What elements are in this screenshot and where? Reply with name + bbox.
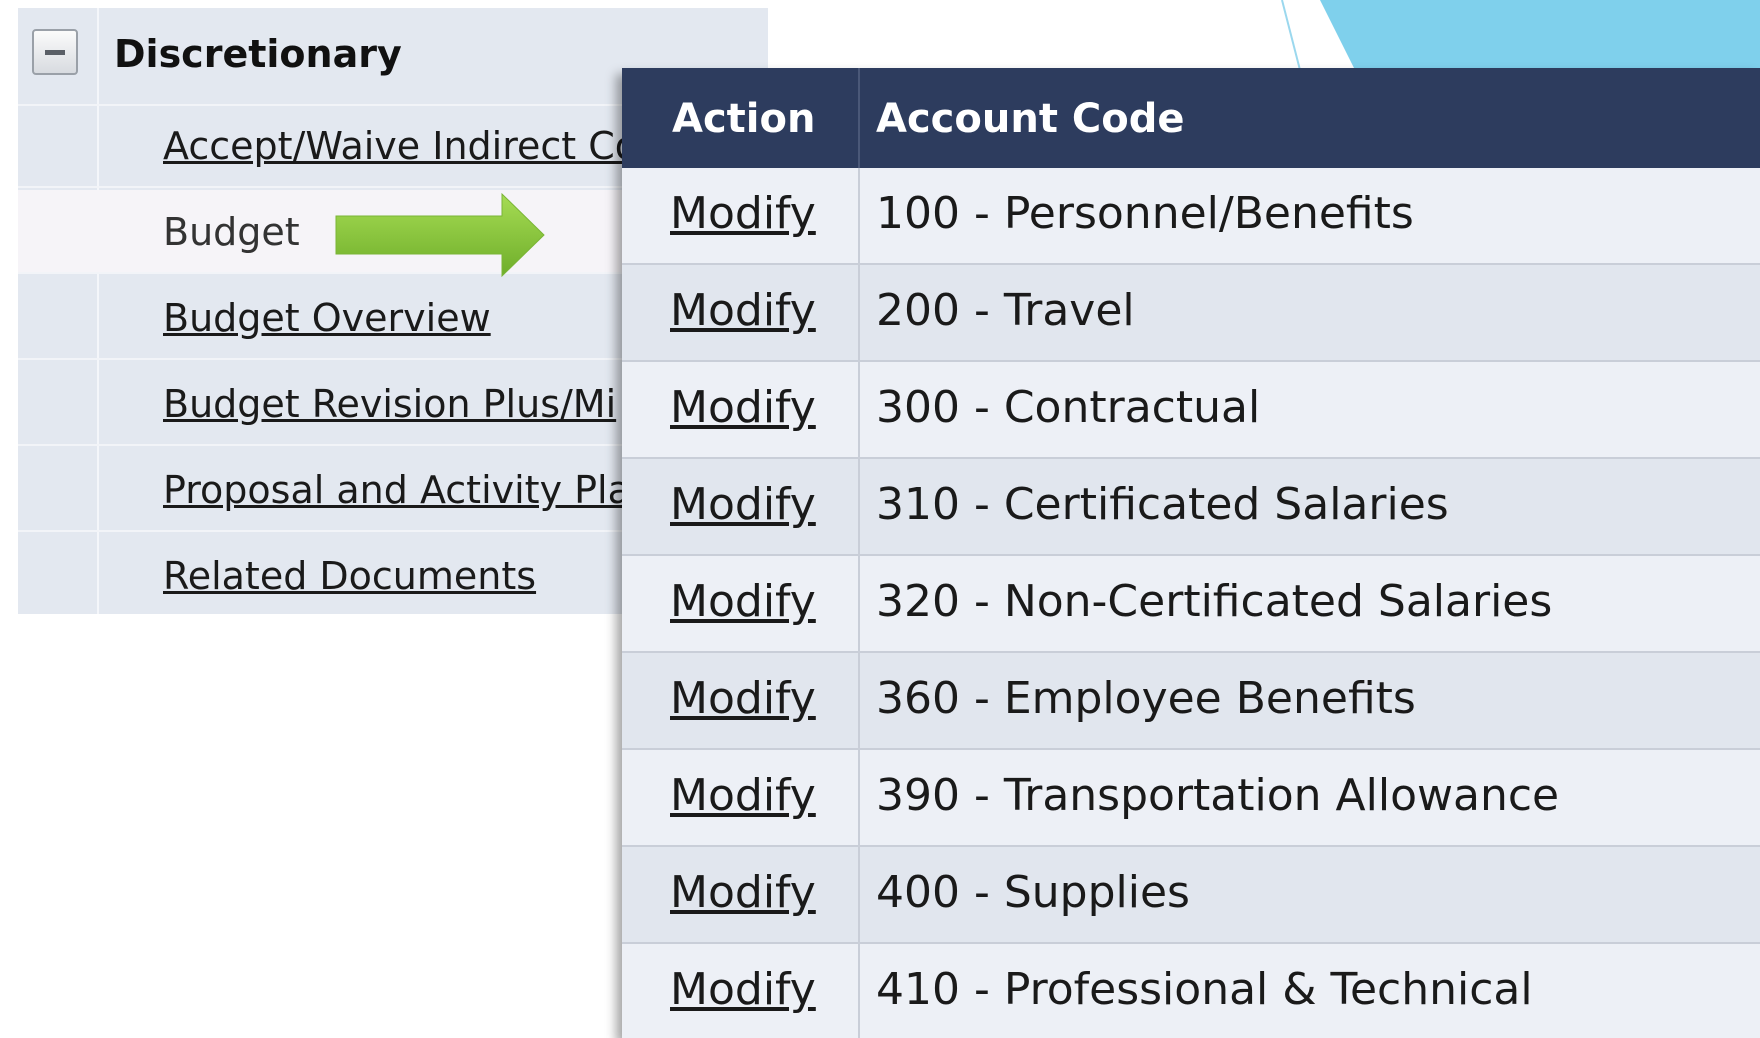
table-row: Modify 100 - Personnel/Benefits [622,168,1760,265]
nav-item-label[interactable]: Budget Revision Plus/Mi [163,382,616,426]
modify-link[interactable]: Modify [670,576,816,627]
account-code-cell: 400 - Supplies [876,867,1190,918]
account-code-cell: 410 - Professional & Technical [876,964,1533,1015]
table-row: Modify 360 - Employee Benefits [622,653,1760,750]
nav-item-label[interactable]: Related Documents [163,554,536,598]
cell-divider [858,265,860,360]
account-code-table: Action Account Code Modify 100 - Personne… [622,68,1760,1038]
table-body: Modify 100 - Personnel/Benefits Modify 200 … [622,168,1760,1038]
nav-section-title: Discretionary [114,32,402,76]
modify-link[interactable]: Modify [670,285,816,336]
right-arrow-icon [335,192,545,278]
cell-divider [858,847,860,942]
table-header-row: Action Account Code [622,68,1760,168]
table-row: Modify 320 - Non-Certificated Salaries [622,556,1760,653]
cell-divider [858,168,860,263]
minus-square-icon[interactable] [32,29,78,75]
account-code-cell: 100 - Personnel/Benefits [876,188,1414,239]
account-code-cell: 390 - Transportation Allowance [876,770,1560,821]
account-code-cell: 360 - Employee Benefits [876,673,1416,724]
modify-link[interactable]: Modify [670,964,816,1015]
nav-item-label[interactable]: Proposal and Activity Pla [163,468,631,512]
nav-item-label[interactable]: Budget Overview [163,296,491,340]
table-row: Modify 300 - Contractual [622,362,1760,459]
cell-divider [858,362,860,457]
modify-link[interactable]: Modify [670,479,816,530]
table-row: Modify 390 - Transportation Allowance [622,750,1760,847]
modify-link[interactable]: Modify [670,188,816,239]
cell-divider [858,556,860,651]
table-row: Modify 400 - Supplies [622,847,1760,944]
table-row: Modify 200 - Travel [622,265,1760,362]
cell-divider [858,750,860,845]
account-code-cell: 320 - Non-Certificated Salaries [876,576,1553,627]
nav-item-label: Budget [163,210,300,254]
table-row: Modify 410 - Professional & Technical [622,944,1760,1038]
modify-link[interactable]: Modify [670,382,816,433]
column-header-account-code[interactable]: Account Code [876,96,1184,142]
column-header-action: Action [672,96,816,142]
cell-divider [858,653,860,748]
account-code-cell: 300 - Contractual [876,382,1261,433]
decorative-slide-shape [1281,0,1760,70]
modify-link[interactable]: Modify [670,867,816,918]
table-row: Modify 310 - Certificated Salaries [622,459,1760,556]
modify-link[interactable]: Modify [670,673,816,724]
account-code-cell: 200 - Travel [876,285,1135,336]
nav-item-label[interactable]: Accept/Waive Indirect Co [163,124,638,168]
account-code-cell: 310 - Certificated Salaries [876,479,1449,530]
modify-link[interactable]: Modify [670,770,816,821]
cell-divider [858,459,860,554]
cell-divider [858,944,860,1038]
header-divider [858,68,860,168]
